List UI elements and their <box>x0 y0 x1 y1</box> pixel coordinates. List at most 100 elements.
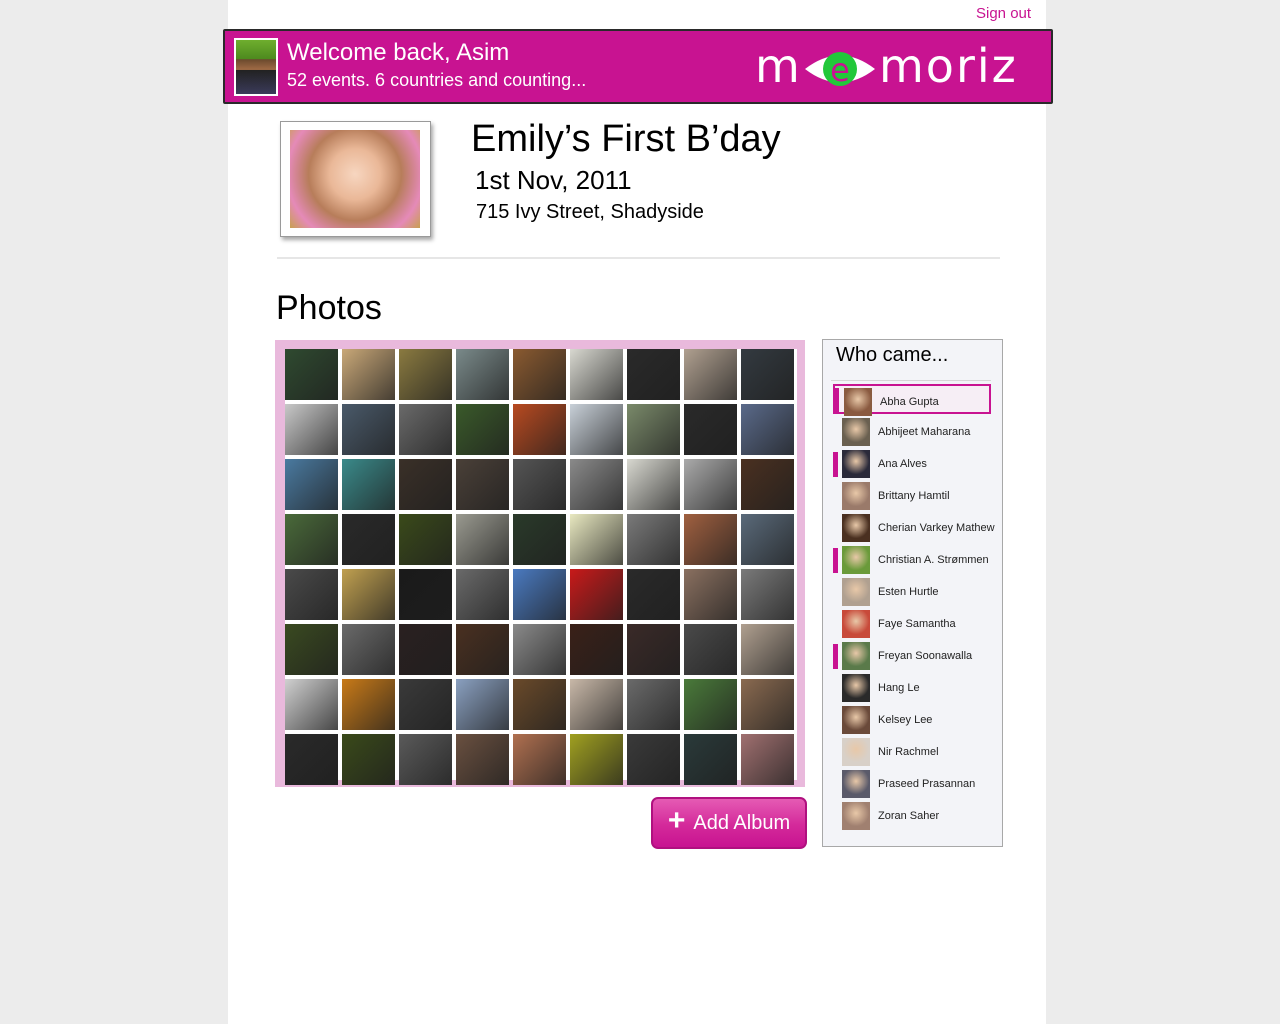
attendee-item[interactable]: Hang Le <box>833 672 991 702</box>
user-avatar[interactable] <box>234 38 278 96</box>
photo-thumbnail[interactable] <box>684 349 737 400</box>
photo-thumbnail[interactable] <box>741 349 794 400</box>
photo-thumbnail[interactable] <box>684 569 737 620</box>
memoriz-logo[interactable]: m e moriz <box>755 37 1045 97</box>
photo-thumbnail[interactable] <box>399 624 452 675</box>
photo-thumbnail[interactable] <box>456 349 509 400</box>
photo-thumbnail[interactable] <box>627 514 680 565</box>
photo-thumbnail[interactable] <box>627 459 680 510</box>
photo-thumbnail[interactable] <box>627 569 680 620</box>
attendee-name: Ana Alves <box>878 458 927 470</box>
photo-thumbnail[interactable] <box>684 734 737 785</box>
header-divider <box>277 257 1000 259</box>
photo-thumbnail[interactable] <box>513 569 566 620</box>
attendee-item[interactable]: Brittany Hamtil <box>833 480 991 510</box>
photo-thumbnail[interactable] <box>456 514 509 565</box>
photo-thumbnail[interactable] <box>513 459 566 510</box>
photo-grid <box>285 349 797 785</box>
photo-thumbnail[interactable] <box>342 624 395 675</box>
attendee-item[interactable]: Faye Samantha <box>833 608 991 638</box>
attendee-item[interactable]: Ana Alves <box>833 448 991 478</box>
photo-thumbnail[interactable] <box>456 569 509 620</box>
photo-thumbnail[interactable] <box>741 459 794 510</box>
photo-thumbnail[interactable] <box>342 349 395 400</box>
photo-thumbnail[interactable] <box>285 459 338 510</box>
photo-thumbnail[interactable] <box>456 679 509 730</box>
photo-thumbnail[interactable] <box>513 734 566 785</box>
photo-thumbnail[interactable] <box>684 514 737 565</box>
attendee-marker <box>833 452 838 477</box>
photo-thumbnail[interactable] <box>513 404 566 455</box>
photo-thumbnail[interactable] <box>684 679 737 730</box>
photo-thumbnail[interactable] <box>570 349 623 400</box>
photo-thumbnail[interactable] <box>399 349 452 400</box>
photo-thumbnail[interactable] <box>456 624 509 675</box>
photo-thumbnail[interactable] <box>741 679 794 730</box>
photo-thumbnail[interactable] <box>285 734 338 785</box>
add-album-button[interactable]: + Add Album <box>651 797 807 849</box>
attendee-item[interactable]: Freyan Soonawalla <box>833 640 991 670</box>
photo-thumbnail[interactable] <box>285 514 338 565</box>
photo-thumbnail[interactable] <box>627 734 680 785</box>
photo-thumbnail[interactable] <box>285 624 338 675</box>
photo-thumbnail[interactable] <box>342 569 395 620</box>
photo-thumbnail[interactable] <box>399 734 452 785</box>
photo-thumbnail[interactable] <box>741 404 794 455</box>
photo-thumbnail[interactable] <box>342 404 395 455</box>
attendee-item[interactable]: Praseed Prasannan <box>833 768 991 798</box>
photo-thumbnail[interactable] <box>570 679 623 730</box>
photo-thumbnail[interactable] <box>513 624 566 675</box>
attendee-item[interactable]: Kelsey Lee <box>833 704 991 734</box>
photo-thumbnail[interactable] <box>285 349 338 400</box>
photo-thumbnail[interactable] <box>456 734 509 785</box>
photo-thumbnail[interactable] <box>627 624 680 675</box>
photo-thumbnail[interactable] <box>399 569 452 620</box>
photo-thumbnail[interactable] <box>285 569 338 620</box>
attendee-item[interactable]: Esten Hurtle <box>833 576 991 606</box>
photo-thumbnail[interactable] <box>570 734 623 785</box>
photo-thumbnail[interactable] <box>570 624 623 675</box>
photo-thumbnail[interactable] <box>513 349 566 400</box>
photo-thumbnail[interactable] <box>741 624 794 675</box>
photo-thumbnail[interactable] <box>399 679 452 730</box>
attendee-avatar <box>842 738 870 766</box>
photo-thumbnail[interactable] <box>399 514 452 565</box>
photo-thumbnail[interactable] <box>684 404 737 455</box>
photo-thumbnail[interactable] <box>285 679 338 730</box>
photo-thumbnail[interactable] <box>741 734 794 785</box>
photo-thumbnail[interactable] <box>399 459 452 510</box>
photo-thumbnail[interactable] <box>570 459 623 510</box>
eye-icon: e <box>805 51 875 89</box>
sign-out-link[interactable]: Sign out <box>976 5 1031 22</box>
welcome-message: Welcome back, Asim <box>287 39 510 66</box>
attendee-item[interactable]: Zoran Saher <box>833 800 991 830</box>
photo-thumbnail[interactable] <box>570 514 623 565</box>
event-cover-photo[interactable] <box>280 121 431 237</box>
photo-thumbnail[interactable] <box>342 514 395 565</box>
photo-thumbnail[interactable] <box>342 679 395 730</box>
photo-thumbnail[interactable] <box>285 404 338 455</box>
photo-thumbnail[interactable] <box>456 404 509 455</box>
photo-thumbnail[interactable] <box>342 734 395 785</box>
attendee-item[interactable]: Abha Gupta <box>833 384 991 416</box>
photo-thumbnail[interactable] <box>627 349 680 400</box>
photo-thumbnail[interactable] <box>513 679 566 730</box>
photo-thumbnail[interactable] <box>399 404 452 455</box>
attendee-item[interactable]: Abhijeet Maharana <box>833 416 991 446</box>
attendee-item[interactable]: Christian A. Strømmen <box>833 544 991 574</box>
photo-thumbnail[interactable] <box>570 569 623 620</box>
attendees-title: Who came... <box>836 344 949 366</box>
photo-thumbnail[interactable] <box>741 569 794 620</box>
attendee-item[interactable]: Nir Rachmel <box>833 736 991 766</box>
photo-thumbnail[interactable] <box>513 514 566 565</box>
photo-thumbnail[interactable] <box>627 679 680 730</box>
photo-thumbnail[interactable] <box>627 404 680 455</box>
photo-thumbnail[interactable] <box>684 459 737 510</box>
attendee-item[interactable]: Cherian Varkey Mathew <box>833 512 995 542</box>
photo-thumbnail[interactable] <box>342 459 395 510</box>
attendee-name: Abha Gupta <box>880 396 939 408</box>
photo-thumbnail[interactable] <box>456 459 509 510</box>
photo-thumbnail[interactable] <box>741 514 794 565</box>
photo-thumbnail[interactable] <box>570 404 623 455</box>
photo-thumbnail[interactable] <box>684 624 737 675</box>
